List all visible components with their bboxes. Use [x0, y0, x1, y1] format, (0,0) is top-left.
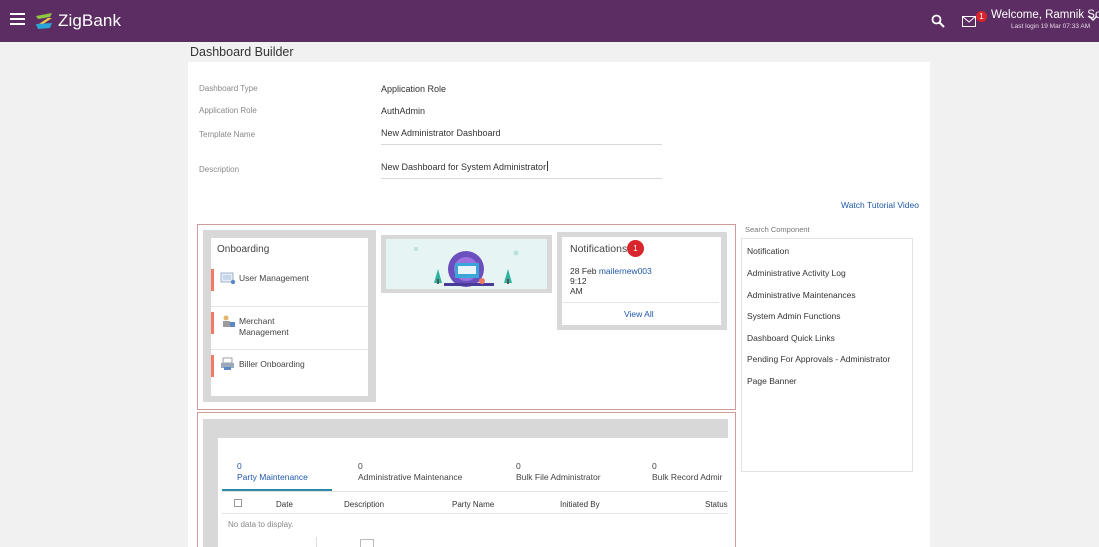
text-caret [547, 161, 549, 171]
column-header-initiated-by[interactable]: Initiated By [560, 500, 600, 509]
notification-item[interactable]: 28 Feb mailernew003 [570, 266, 652, 276]
notification-user[interactable]: mailernew003 [599, 266, 652, 276]
notification-date: 28 Feb [570, 266, 597, 276]
description-value: New Dashboard for System Administrator [381, 162, 547, 172]
divider [211, 349, 368, 350]
tab-bulk-record-administrator[interactable]: 0 Bulk Record Admir [652, 461, 728, 483]
mail-icon[interactable] [962, 16, 976, 27]
tab-label: Bulk File Administrator [516, 472, 601, 482]
merchant-management-icon [223, 315, 235, 327]
component-item[interactable]: Pending For Approvals - Administrator [747, 354, 890, 364]
accent-bar [211, 269, 214, 291]
component-item[interactable]: Dashboard Quick Links [747, 333, 835, 343]
component-item[interactable]: Notification [747, 246, 789, 256]
top-bar: ZigBank 1 Welcome, Ramnik Sodhi Last log… [0, 0, 1099, 42]
tab-count: 0 [516, 461, 521, 471]
page-size-selector[interactable] [228, 540, 314, 547]
page-title: Dashboard Builder [190, 45, 294, 59]
divider [222, 491, 728, 492]
notification-time: 9:12 AM [570, 276, 587, 296]
tab-label: Party Maintenance [237, 472, 308, 482]
description-input[interactable]: New Dashboard for System Administrator [381, 161, 662, 179]
application-role-label: Application Role [199, 106, 257, 115]
onboarding-title: Onboarding [217, 244, 270, 255]
component-item[interactable]: System Admin Functions [747, 311, 841, 321]
application-role-value: AuthAdmin [381, 106, 426, 116]
user-management-icon [220, 272, 236, 285]
column-header-description[interactable]: Description [344, 500, 384, 509]
component-item[interactable]: Administrative Maintenances [747, 290, 856, 300]
onboarding-item-label: Biller Onboarding [239, 359, 305, 369]
accent-bar [211, 355, 214, 377]
template-name-input[interactable]: New Administrator Dashboard [381, 128, 662, 145]
search-icon[interactable] [931, 14, 945, 28]
notification-time-line: 9:12 [570, 276, 587, 286]
notifications-count-badge: 1 [627, 240, 644, 257]
mail-count-badge: 1 [976, 11, 987, 22]
notification-time-line: AM [570, 286, 583, 296]
column-header-date[interactable]: Date [276, 500, 293, 509]
onboarding-item-label: User Management [239, 273, 309, 283]
view-all-link[interactable]: View All [624, 309, 654, 319]
tab-count: 0 [237, 461, 242, 471]
template-name-label: Template Name [199, 130, 256, 139]
dashboard-type-value: Application Role [381, 84, 447, 94]
zigbank-logo-icon [36, 13, 52, 29]
tab-label: Bulk Record Admir [652, 472, 723, 482]
divider [222, 513, 728, 514]
tab-bulk-file-administrator[interactable]: 0 Bulk File Administrator [516, 461, 601, 483]
biller-onboarding-icon [221, 357, 234, 370]
divider [316, 537, 317, 547]
description-label: Description [199, 165, 240, 174]
component-item[interactable]: Page Banner [747, 376, 797, 386]
tab-party-maintenance[interactable]: 0 Party Maintenance [237, 461, 308, 483]
column-header-status[interactable]: Status [705, 500, 728, 509]
banner-illustration-icon [386, 239, 547, 289]
last-login-text: Last login 19 Mar 07:33 AM [1011, 23, 1091, 30]
search-component-label: Search Component [745, 225, 810, 234]
component-item[interactable]: Administrative Activity Log [747, 268, 846, 278]
dashboard-type-label: Dashboard Type [199, 84, 258, 93]
hamburger-icon[interactable] [10, 13, 25, 25]
select-all-checkbox[interactable] [234, 499, 242, 507]
empty-table-message: No data to display. [228, 520, 294, 529]
notifications-title: Notifications [570, 243, 628, 255]
accent-bar [211, 312, 214, 334]
tab-label: Administrative Maintenance [358, 472, 463, 482]
logo-text: ZigBank [58, 11, 122, 30]
tab-administrative-maintenance[interactable]: 0 Administrative Maintenance [358, 461, 462, 483]
welcome-text[interactable]: Welcome, Ramnik Sodhi [991, 9, 1099, 21]
tab-count: 0 [652, 461, 657, 471]
watch-tutorial-link[interactable]: Watch Tutorial Video [841, 200, 919, 210]
column-header-party-name[interactable]: Party Name [452, 500, 494, 509]
tab-count: 0 [358, 461, 363, 471]
page-number-input[interactable] [360, 539, 374, 547]
banner-image [386, 239, 547, 289]
onboarding-item-label: Merchant Management [239, 316, 289, 337]
logo[interactable]: ZigBank [34, 11, 121, 31]
pending-approvals-panel [218, 438, 728, 547]
chevron-down-icon[interactable] [1088, 14, 1098, 22]
divider [211, 306, 368, 307]
divider [562, 302, 719, 303]
template-name-value: New Administrator Dashboard [381, 128, 501, 138]
onboarding-item-biller-onboarding[interactable]: Biller Onboarding [211, 355, 368, 399]
